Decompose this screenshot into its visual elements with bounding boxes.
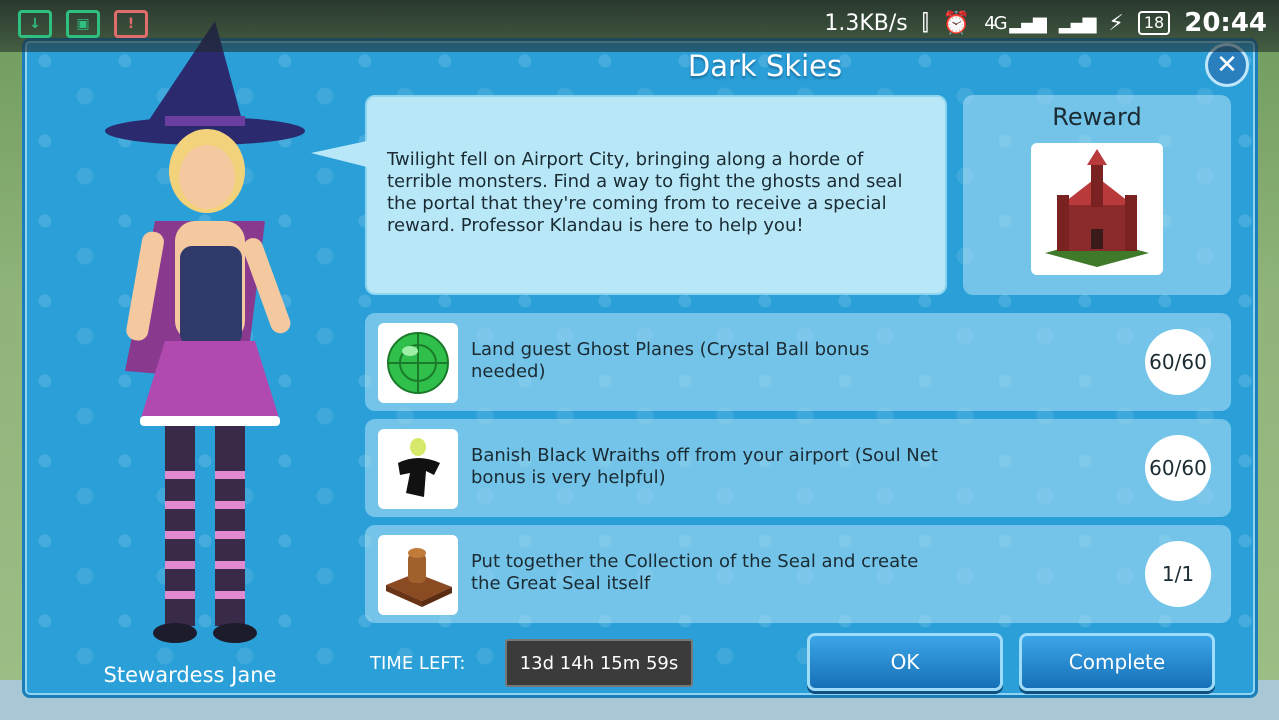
task-progress: 1/1 <box>1145 541 1211 607</box>
task-description: Land guest Ghost Planes (Crystal Ball bo… <box>471 339 870 382</box>
task-description: Banish Black Wraiths off from your airpo… <box>471 445 938 488</box>
great-seal-icon <box>378 535 458 615</box>
ok-button[interactable]: OK <box>807 633 1003 691</box>
battery-icon: 18 <box>1137 11 1171 35</box>
charging-icon: ⚡ <box>1108 10 1124 36</box>
time-left-value: 13d 14h 15m 59s <box>505 639 693 687</box>
signal-icon: 4G ▂▄▆ <box>984 12 1047 34</box>
speech-bubble: Twilight fell on Airport City, bringing … <box>311 95 947 295</box>
task-progress: 60/60 <box>1145 329 1211 395</box>
complete-button[interactable]: Complete <box>1019 633 1215 691</box>
task-description: Put together the Collection of the Seal … <box>471 551 919 594</box>
task-row: Banish Black Wraiths off from your airpo… <box>365 419 1231 517</box>
crystal-ball-icon <box>378 323 458 403</box>
black-wraith-icon <box>378 429 458 509</box>
stewardess-jane-illustration <box>105 21 305 643</box>
close-icon: ✕ <box>1216 50 1238 80</box>
download-notification-icon: ↓ <box>18 10 52 38</box>
task-row: Put together the Collection of the Seal … <box>365 525 1231 623</box>
status-bar: ↓ ▣ ! 1.3KB/s ⫿ ⏰ 4G ▂▄▆ ▂▄▆ ⚡ 18 20:44 <box>0 0 1279 52</box>
vibrate-icon: ⫿ <box>921 10 929 36</box>
task-progress: 60/60 <box>1145 435 1211 501</box>
task-row: Land guest Ghost Planes (Crystal Ball bo… <box>365 313 1231 411</box>
clock: 20:44 <box>1184 8 1267 38</box>
quest-description: Twilight fell on Airport City, bringing … <box>387 149 903 236</box>
message-notification-icon: ! <box>114 10 148 38</box>
signal-2-icon: ▂▄▆ <box>1058 12 1097 34</box>
haunted-castle-reward-icon <box>1031 143 1163 275</box>
reward-label: Reward <box>1052 103 1142 131</box>
screenshot-notification-icon: ▣ <box>66 10 100 38</box>
alarm-icon: ⏰ <box>942 10 971 36</box>
time-left-label: TIME LEFT: <box>370 653 466 674</box>
reward-panel: Reward <box>963 95 1231 295</box>
quest-dialog: Dark Skies ✕ Stewardess Jane Twilight fe… <box>22 21 1258 698</box>
character-name: Stewardess Jane <box>103 663 277 687</box>
net-speed: 1.3KB/s <box>824 10 908 36</box>
dialog-title: Dark Skies <box>687 49 843 83</box>
